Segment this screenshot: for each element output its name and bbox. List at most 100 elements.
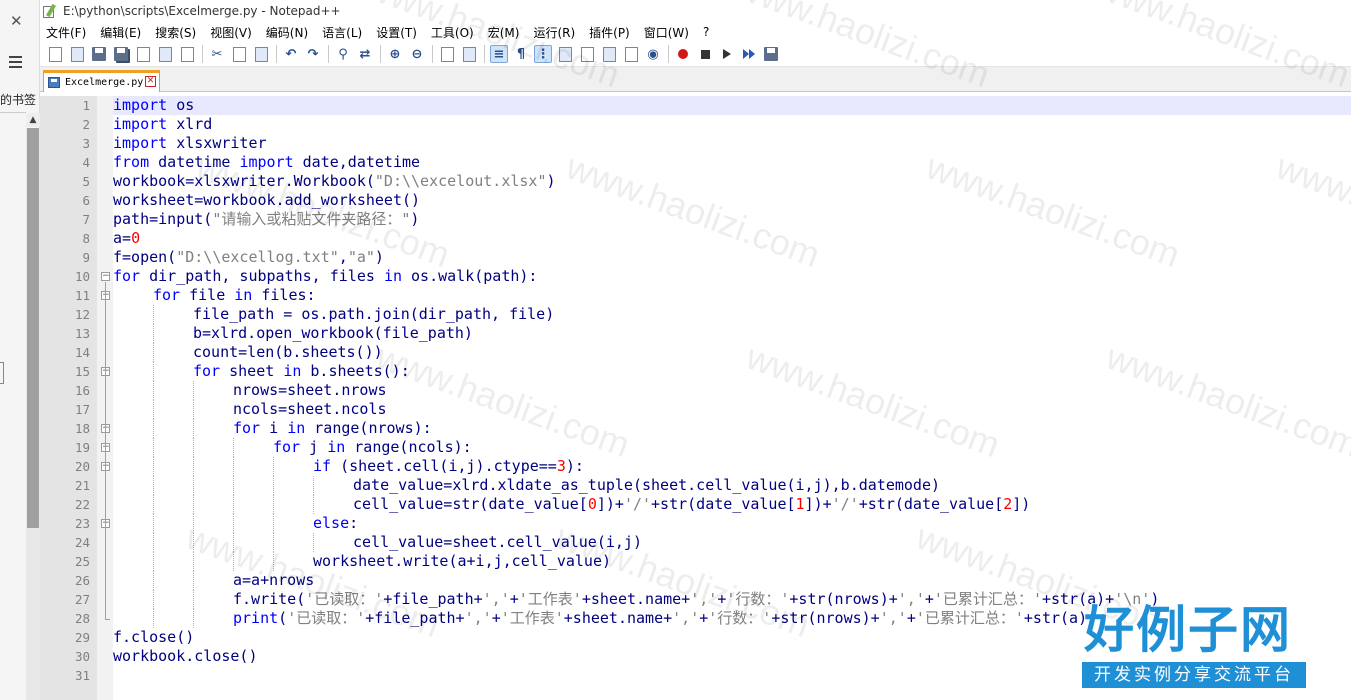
print-icon[interactable]	[178, 45, 196, 63]
code-text: worksheet.write(a+i,j,cell_value)	[313, 552, 611, 571]
record-macro-icon[interactable]	[674, 45, 692, 63]
open-file-icon[interactable]	[68, 45, 86, 63]
code-token: ','	[482, 590, 510, 608]
code-line[interactable]: for file in files:	[113, 286, 1351, 305]
menu-item[interactable]: 宏(M)	[488, 24, 520, 41]
code-text: a=0	[113, 229, 140, 248]
scroll-up-icon[interactable]: ▲	[26, 113, 40, 127]
menu-item[interactable]: 设置(T)	[376, 24, 417, 41]
code-text: f.close()	[113, 628, 194, 647]
code-line[interactable]: count=len(b.sheets())	[113, 343, 1351, 362]
menu-item[interactable]: 插件(P)	[589, 24, 630, 41]
code-token: 0	[587, 495, 597, 513]
code-line[interactable]: path=input("请输入或粘贴文件夹路径：")	[113, 210, 1351, 229]
undo-icon[interactable]: ↶	[282, 45, 300, 63]
code-line[interactable]: nrows=sheet.nrows	[113, 381, 1351, 400]
code-text: worksheet=workbook.add_worksheet()	[113, 191, 420, 210]
code-line[interactable]: for j in range(ncols):	[113, 438, 1351, 457]
code-token: import	[239, 153, 294, 171]
stop-record-icon[interactable]	[696, 45, 714, 63]
code-token: cell_value=str(date_value[	[353, 495, 588, 513]
code-line[interactable]: import os	[113, 96, 1351, 115]
folder-workspace-icon[interactable]	[622, 45, 640, 63]
code-line[interactable]: import xlsxwriter	[113, 134, 1351, 153]
menu-item[interactable]: 搜索(S)	[155, 24, 196, 41]
menu-item[interactable]: ?	[703, 25, 709, 39]
menu-item[interactable]: 编辑(E)	[100, 24, 141, 41]
line-number: 3	[82, 136, 90, 151]
code-line[interactable]: worksheet.write(a+i,j,cell_value)	[113, 552, 1351, 571]
code-line[interactable]: ncols=sheet.ncols	[113, 400, 1351, 419]
code-token: ])+	[596, 495, 624, 513]
code-line[interactable]: for dir_path, subpaths, files in os.walk…	[113, 267, 1351, 286]
code-line[interactable]: import xlrd	[113, 115, 1351, 134]
line-number: 14	[74, 345, 90, 360]
replace-icon[interactable]: ⇄	[356, 45, 374, 63]
run-macro-multiple-icon[interactable]	[740, 45, 758, 63]
save-icon[interactable]	[90, 45, 108, 63]
panel-handle[interactable]	[0, 362, 4, 384]
code-line[interactable]: a=0	[113, 229, 1351, 248]
code-line[interactable]: file_path = os.path.join(dir_path, file)	[113, 305, 1351, 324]
sync-v-icon[interactable]	[438, 45, 456, 63]
code-line[interactable]: a=a+nrows	[113, 571, 1351, 590]
save-macro-icon[interactable]	[762, 45, 780, 63]
code-line[interactable]: for i in range(nrows):	[113, 419, 1351, 438]
code-line[interactable]: f=open("D:\\excellog.txt","a")	[113, 248, 1351, 267]
code-token: "D:\\excelout.xlsx"	[374, 172, 547, 190]
indent-guide	[273, 514, 274, 533]
code-line[interactable]: else:	[113, 514, 1351, 533]
code-token: ,	[338, 248, 348, 266]
tab-close-icon[interactable]: ✕	[145, 76, 156, 87]
code-text: import xlrd	[113, 115, 212, 134]
menu-item[interactable]: 工具(O)	[431, 24, 474, 41]
brand-subtitle: 开发实例分享交流平台	[1082, 662, 1306, 688]
code-token: for	[153, 286, 181, 304]
code-text: file_path = os.path.join(dir_path, file)	[193, 305, 554, 324]
close-all-icon[interactable]	[156, 45, 174, 63]
code-line[interactable]: for sheet in b.sheets():	[113, 362, 1351, 381]
code-text: import os	[113, 96, 194, 115]
play-macro-icon[interactable]	[718, 45, 736, 63]
word-wrap-icon[interactable]: ≡	[490, 45, 508, 63]
paste-icon[interactable]	[252, 45, 270, 63]
fold-toggle-icon[interactable]: −	[101, 272, 110, 281]
udl-icon[interactable]	[556, 45, 574, 63]
scrollbar-thumb[interactable]	[27, 128, 39, 528]
line-number: 31	[74, 668, 90, 683]
hamburger-menu-icon[interactable]	[9, 56, 22, 71]
menu-item[interactable]: 运行(R)	[533, 24, 575, 41]
zoom-out-icon[interactable]: ⊖	[408, 45, 426, 63]
close-icon[interactable]: ✕	[10, 12, 23, 30]
sync-h-icon[interactable]	[460, 45, 478, 63]
function-list-icon[interactable]	[600, 45, 618, 63]
monitor-icon[interactable]: ◉	[644, 45, 662, 63]
indent-guide	[273, 476, 274, 495]
tab-excelmerge[interactable]: Excelmerge.py ✕	[43, 70, 160, 92]
code-line[interactable]: worksheet=workbook.add_worksheet()	[113, 191, 1351, 210]
code-line[interactable]: cell_value=sheet.cell_value(i,j)	[113, 533, 1351, 552]
cut-icon[interactable]: ✂	[208, 45, 226, 63]
save-all-icon[interactable]	[112, 45, 130, 63]
close-icon[interactable]	[134, 45, 152, 63]
show-all-chars-icon[interactable]: ¶	[512, 45, 530, 63]
menu-item[interactable]: 语言(L)	[322, 24, 362, 41]
indent-guide-icon[interactable]: ⋮	[534, 45, 552, 63]
menu-item[interactable]: 窗口(W)	[644, 24, 689, 41]
menu-item[interactable]: 文件(F)	[46, 24, 86, 41]
copy-icon[interactable]	[230, 45, 248, 63]
menu-item[interactable]: 编码(N)	[266, 24, 308, 41]
code-line[interactable]: b=xlrd.open_workbook(file_path)	[113, 324, 1351, 343]
zoom-in-icon[interactable]: ⊕	[386, 45, 404, 63]
doc-map-icon[interactable]	[578, 45, 596, 63]
new-file-icon[interactable]	[46, 45, 64, 63]
code-line[interactable]: cell_value=str(date_value[0])+'/'+str(da…	[113, 495, 1351, 514]
redo-icon[interactable]: ↷	[304, 45, 322, 63]
menu-item[interactable]: 视图(V)	[210, 24, 252, 41]
indent-guide	[233, 476, 234, 495]
code-line[interactable]: date_value=xlrd.xldate_as_tuple(sheet.ce…	[113, 476, 1351, 495]
code-line[interactable]: if (sheet.cell(i,j).ctype==3):	[113, 457, 1351, 476]
find-icon[interactable]: ⚲	[334, 45, 352, 63]
code-line[interactable]: from datetime import date,datetime	[113, 153, 1351, 172]
code-line[interactable]: workbook=xlsxwriter.Workbook("D:\\excelo…	[113, 172, 1351, 191]
